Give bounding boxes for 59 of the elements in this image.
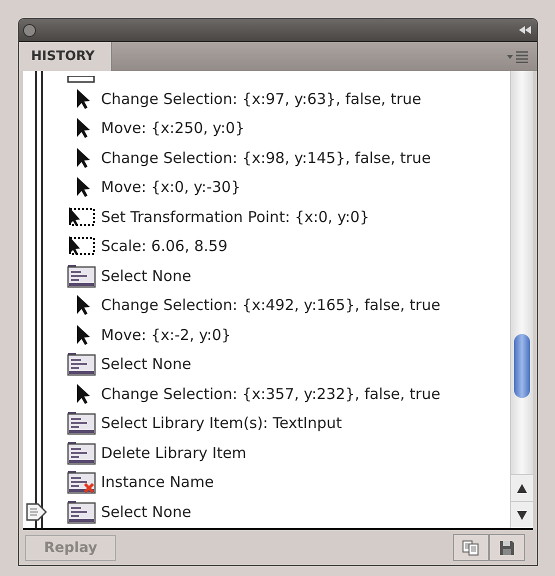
- document-icon: [67, 76, 95, 84]
- copy-steps-button[interactable]: [453, 534, 489, 561]
- step-label: Scale: 6.06, 8.59: [101, 237, 228, 256]
- transform-icon: [67, 206, 97, 228]
- step-label: Change Selection: {x:357, y:232}, false, true: [101, 384, 440, 403]
- history-step[interactable]: Scale: 6.06, 8.59: [59, 232, 510, 261]
- step-label: Set Transformation Point: {x:0, y:0}: [101, 208, 370, 226]
- step-label: Delete Library Item: [101, 444, 246, 462]
- step-label: Move: {x:0, y:-30}: [101, 178, 240, 196]
- history-step[interactable]: Select Library Item(s): TextInput: [59, 408, 510, 438]
- save-icon: [499, 540, 515, 556]
- document-icon: [67, 500, 97, 524]
- document-icon: [67, 470, 97, 494]
- document-icon: [67, 440, 97, 465]
- pointer-icon: [75, 382, 91, 405]
- history-step[interactable]: Change Selection: {x:492, y:165}, false, true: [59, 290, 510, 320]
- pointer-icon: [75, 324, 91, 346]
- pointer-icon: [75, 146, 91, 169]
- document-icon: [67, 411, 97, 436]
- history-step[interactable]: Move: {x:-2, y:0}: [59, 320, 510, 350]
- step-label: Select None: [101, 355, 192, 374]
- history-step[interactable]: Change Selection: {x:97, y:63}, false, true: [59, 84, 510, 114]
- history-step[interactable]: Move: {x:250, y:0}: [59, 114, 510, 143]
- history-step[interactable]: Delete Library Item: [59, 438, 510, 468]
- scroll-thumb[interactable]: [514, 334, 530, 398]
- collapse-icon[interactable]: [519, 26, 531, 34]
- step-label: Move: {x:-2, y:0}: [101, 326, 231, 344]
- step-label: Change Selection: {x:98, y:145}, false, true: [101, 148, 431, 167]
- history-step[interactable]: Select None: [59, 497, 510, 526]
- history-slider-handle[interactable]: [26, 501, 48, 523]
- transform-icon: [67, 235, 97, 258]
- pointer-icon: [75, 117, 91, 140]
- step-label: Select Library Item(s): TextInput: [101, 414, 342, 432]
- document-icon: [67, 352, 97, 376]
- step-label: Select None: [101, 266, 192, 285]
- history-step[interactable]: Select None: [59, 350, 510, 379]
- save-button[interactable]: [489, 534, 525, 561]
- step-label: Change Selection: {x:492, y:165}, false, true: [101, 296, 440, 314]
- close-button[interactable]: [23, 24, 36, 36]
- step-label: Select None: [101, 502, 192, 521]
- history-step[interactable]: Select None: [59, 261, 510, 290]
- step-label: Instance Name: [101, 473, 214, 492]
- history-step[interactable]: Instance Name: [59, 468, 510, 497]
- pointer-icon: [75, 294, 91, 316]
- step-label: Change Selection: {x:97, y:63}, false, true: [101, 90, 422, 108]
- history-step[interactable]: Change Selection: {x:98, y:145}, false, true: [59, 143, 510, 172]
- history-step[interactable]: Move: {x:0, y:-30}: [59, 172, 510, 202]
- history-step[interactable]: Set Transformation Point: {x:0, y:0}: [59, 202, 510, 232]
- copy-icon: [462, 540, 480, 556]
- history-step[interactable]: Change Selection: {x:357, y:232}, false, true: [59, 379, 510, 408]
- pointer-icon: [75, 88, 91, 110]
- document-icon: [67, 264, 97, 288]
- history-tab[interactable]: HISTORY: [19, 42, 112, 71]
- pointer-icon: [75, 176, 91, 198]
- scroll-down-icon[interactable]: [517, 510, 527, 520]
- panel-menu-icon[interactable]: [507, 50, 529, 62]
- scroll-up-icon[interactable]: [517, 484, 527, 492]
- step-label: Move: {x:250, y:0}: [101, 119, 245, 138]
- scrollbar[interactable]: [510, 71, 533, 528]
